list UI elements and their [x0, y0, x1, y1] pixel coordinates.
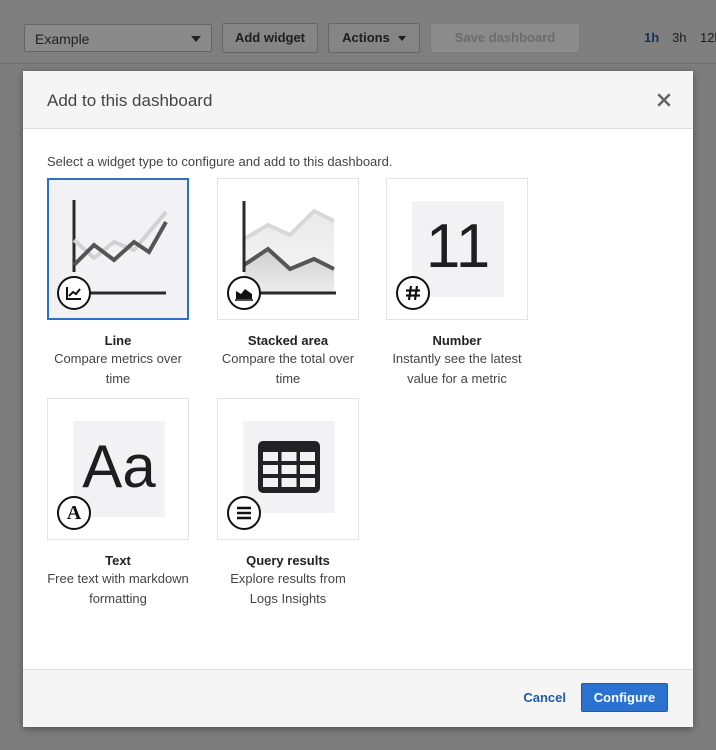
- line-chart-icon: [57, 276, 91, 310]
- list-icon: [227, 496, 261, 530]
- modal-header: Add to this dashboard: [23, 71, 693, 129]
- modal-body: Select a widget type to configure and ad…: [23, 129, 693, 668]
- add-widget-button[interactable]: Add widget: [222, 23, 318, 53]
- dashboard-select[interactable]: Example: [24, 24, 212, 52]
- configure-button[interactable]: Configure: [581, 683, 668, 712]
- widget-name: Text: [105, 553, 131, 568]
- area-chart-icon: [227, 276, 261, 310]
- widget-card-text[interactable]: Aa A Text Free text with markdown format…: [47, 398, 189, 609]
- widget-name: Stacked area: [247, 333, 329, 348]
- widget-name: Query results: [246, 553, 330, 568]
- widget-tile-number: 11: [386, 178, 528, 320]
- actions-label: Actions: [342, 30, 390, 45]
- widget-card-number[interactable]: 11 Number Instantly see the latest value…: [386, 178, 528, 389]
- widget-name: Number: [432, 333, 482, 348]
- hash-icon: [396, 276, 430, 310]
- chevron-down-icon: [191, 36, 201, 42]
- actions-button[interactable]: Actions: [328, 23, 420, 53]
- table-grid-icon: [258, 441, 320, 493]
- widget-description: Explore results from Logs Insights: [230, 571, 346, 606]
- table-preview: [243, 421, 335, 513]
- dashboard-toolbar: Example Add widget Actions Save dashboar…: [0, 0, 716, 64]
- widget-description: Compare metrics over time: [54, 351, 182, 386]
- add-widget-modal: Add to this dashboard Select a widget ty…: [23, 71, 693, 727]
- caret-down-icon: [397, 36, 406, 42]
- widget-tile-query-results: [217, 398, 359, 540]
- save-dashboard-button[interactable]: Save dashboard: [430, 23, 580, 53]
- close-icon[interactable]: [657, 93, 671, 107]
- widget-card-line[interactable]: Line Compare metrics over time: [47, 178, 189, 389]
- modal-title: Add to this dashboard: [47, 91, 213, 110]
- widget-card-query-results[interactable]: Query results Explore results from Logs …: [217, 398, 359, 609]
- widget-card-stacked-area[interactable]: Stacked area Compare the total over time: [217, 178, 359, 389]
- widget-tile-line: [47, 178, 189, 320]
- dashboard-select-value: Example: [35, 31, 90, 47]
- widget-tile-stacked-area: [217, 178, 359, 320]
- time-range-12h[interactable]: 12h: [700, 30, 716, 45]
- modal-intro: Select a widget type to configure and ad…: [47, 154, 393, 169]
- widget-tile-text: Aa A: [47, 398, 189, 540]
- widget-description: Free text with markdown formatting: [47, 571, 189, 606]
- text-a-icon: A: [57, 496, 91, 530]
- modal-footer: Cancel Configure: [23, 669, 693, 727]
- time-range-1h[interactable]: 1h: [644, 30, 659, 45]
- widget-name: Line: [104, 333, 132, 348]
- time-range-3h[interactable]: 3h: [672, 30, 686, 45]
- widget-description: Instantly see the latest value for a met…: [392, 351, 522, 386]
- widget-description: Compare the total over time: [221, 351, 355, 386]
- cancel-button[interactable]: Cancel: [523, 690, 566, 705]
